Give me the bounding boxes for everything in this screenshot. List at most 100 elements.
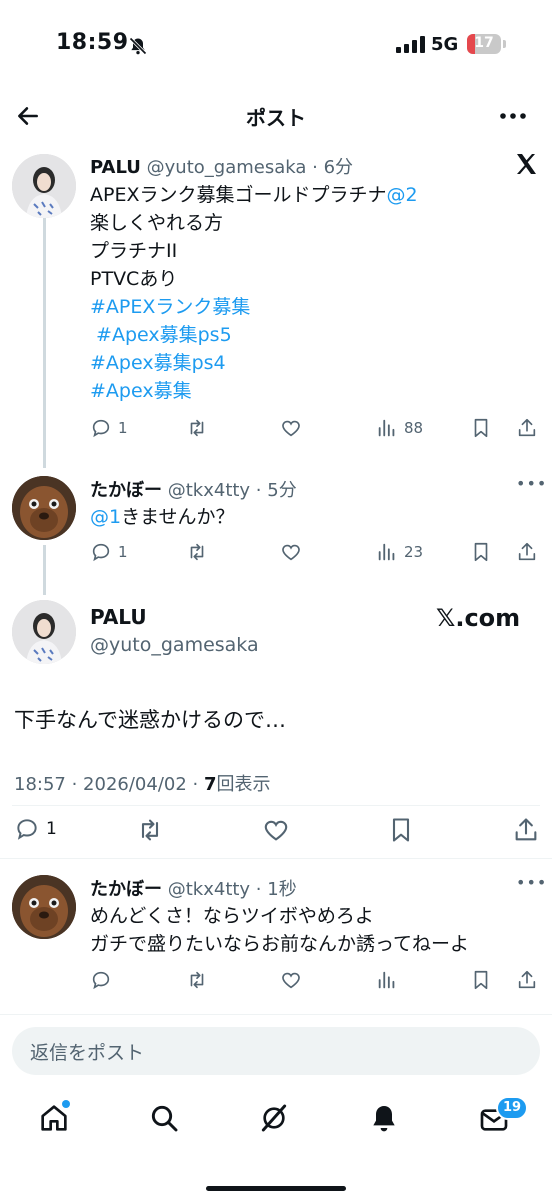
share-icon — [518, 542, 536, 561]
tweet-line: APEXランク募集ゴールドプラチナ@2 — [90, 181, 530, 209]
tweet-text: APEXランク募集ゴールドプラチナ — [90, 184, 387, 206]
bookmark-button[interactable] — [470, 541, 492, 563]
nav-search[interactable] — [148, 1102, 180, 1138]
bookmark-button[interactable] — [470, 417, 492, 439]
display-name[interactable]: PALU — [90, 157, 141, 178]
views-count: 7 — [203, 774, 217, 795]
avatar[interactable] — [12, 600, 76, 664]
home-indicator — [206, 1186, 346, 1191]
nav-notifications[interactable] — [368, 1102, 400, 1138]
like-button[interactable] — [262, 816, 290, 844]
tweet-actions — [90, 969, 540, 995]
reply-icon — [17, 819, 37, 840]
share-icon — [515, 818, 537, 841]
tweet-line: #APEXランク募集 — [90, 293, 530, 321]
views-icon — [378, 971, 395, 989]
views-button[interactable]: 23 — [376, 541, 423, 563]
avatar[interactable] — [12, 154, 76, 218]
tweet-line: @1きませんか？ — [90, 503, 530, 531]
display-name[interactable]: PALU — [90, 605, 147, 629]
like-icon — [282, 972, 300, 989]
reply-count: 1 — [118, 543, 128, 561]
network-type: 5G — [431, 34, 459, 55]
tweet-text: きませんか？ — [121, 506, 235, 528]
reply-icon — [92, 543, 110, 562]
main-post-actions: 1 — [14, 816, 540, 846]
reply-line-1: めんどくさ！ならツイボやめろよ — [90, 905, 374, 927]
bell-off-icon — [129, 37, 147, 55]
like-button[interactable] — [280, 541, 302, 563]
repost-button[interactable] — [186, 541, 208, 563]
repost-button[interactable] — [186, 417, 208, 439]
battery-icon: 17 — [467, 34, 501, 54]
retweet-icon — [190, 543, 204, 561]
display-name[interactable]: たかぼー — [90, 879, 162, 900]
tweet-header: PALU @yuto_gamesaka · 6分 — [90, 153, 353, 179]
views-count: 88 — [404, 419, 424, 437]
share-icon — [518, 418, 536, 437]
grok-icon — [261, 1104, 287, 1132]
retweet-icon — [190, 419, 204, 437]
bookmark-button[interactable] — [387, 816, 415, 844]
display-name[interactable]: たかぼー — [90, 480, 162, 501]
link-text[interactable]: @1 — [90, 506, 121, 528]
bookmark-button[interactable] — [470, 969, 492, 991]
share-button[interactable] — [516, 541, 538, 563]
handle-time: @tkx4tty · 1秒 — [167, 879, 297, 900]
tweet-body: @1きませんか？ — [90, 503, 530, 531]
reply-count: 1 — [46, 819, 57, 839]
reply-count: 1 — [118, 419, 128, 437]
battery-tip — [503, 40, 506, 48]
link-text[interactable]: #Apex募集 — [90, 380, 192, 402]
page-title: ポスト — [246, 106, 306, 130]
thread-line — [43, 545, 46, 595]
handle-time: @yuto_gamesaka · 6分 — [146, 157, 354, 178]
share-button[interactable] — [516, 969, 538, 991]
like-button[interactable] — [280, 417, 302, 439]
reply-line-2: ガチで盛りたいならお前なんか誘ってねーよ — [90, 933, 470, 955]
views-button[interactable] — [376, 969, 398, 991]
views-label: 回表示 — [216, 774, 271, 795]
reply-button[interactable] — [90, 969, 112, 991]
views-count: 23 — [404, 543, 424, 561]
link-text[interactable]: #APEXランク募集 — [90, 296, 250, 318]
like-button[interactable] — [280, 969, 302, 991]
share-button[interactable] — [512, 816, 540, 844]
views-icon — [378, 543, 395, 561]
retweet-icon — [141, 819, 159, 841]
tweet-line: PTVCあり — [90, 265, 530, 293]
more-icon[interactable]: ••• — [516, 474, 547, 493]
bookmark-icon — [392, 818, 410, 842]
link-text[interactable]: #Apex募集ps5 — [90, 324, 232, 346]
tweet-text: プラチナII — [90, 240, 178, 262]
home-unread-dot — [62, 1100, 70, 1108]
handle[interactable]: @yuto_gamesaka — [90, 634, 259, 656]
thread-line — [43, 193, 46, 468]
repost-button[interactable] — [136, 816, 164, 844]
tweet-body: APEXランク募集ゴールドプラチナ@2 楽しくやれる方 プラチナII PTVCあり #A… — [90, 181, 530, 405]
reply-button[interactable]: 1 — [90, 417, 128, 439]
link-text[interactable]: #Apex募集ps4 — [90, 352, 226, 374]
bookmark-icon — [474, 418, 488, 438]
handle-time: @tkx4tty · 5分 — [167, 480, 297, 501]
avatar[interactable] — [12, 476, 76, 540]
repost-button[interactable] — [186, 969, 208, 991]
reply-button[interactable]: 1 — [14, 816, 57, 842]
reply-placeholder: 返信をポスト — [30, 1042, 145, 1064]
reply-icon — [92, 419, 110, 438]
link-text[interactable]: @2 — [386, 184, 417, 206]
views-button[interactable]: 88 — [376, 417, 423, 439]
x-logo-icon — [517, 154, 536, 174]
more-icon[interactable]: ••• — [516, 873, 547, 892]
share-icon — [518, 970, 536, 989]
tweet-text: 楽しくやれる方 — [90, 212, 224, 234]
avatar[interactable] — [12, 875, 76, 939]
more-icon[interactable] — [498, 108, 528, 124]
share-button[interactable] — [516, 417, 538, 439]
reply-button[interactable]: 1 — [90, 541, 128, 563]
bookmark-icon — [474, 970, 488, 990]
bookmark-icon — [474, 542, 488, 562]
nav-grok[interactable] — [258, 1102, 290, 1138]
tweet-line: プラチナII — [90, 237, 530, 265]
tweet-actions: 1 23 — [90, 541, 540, 567]
